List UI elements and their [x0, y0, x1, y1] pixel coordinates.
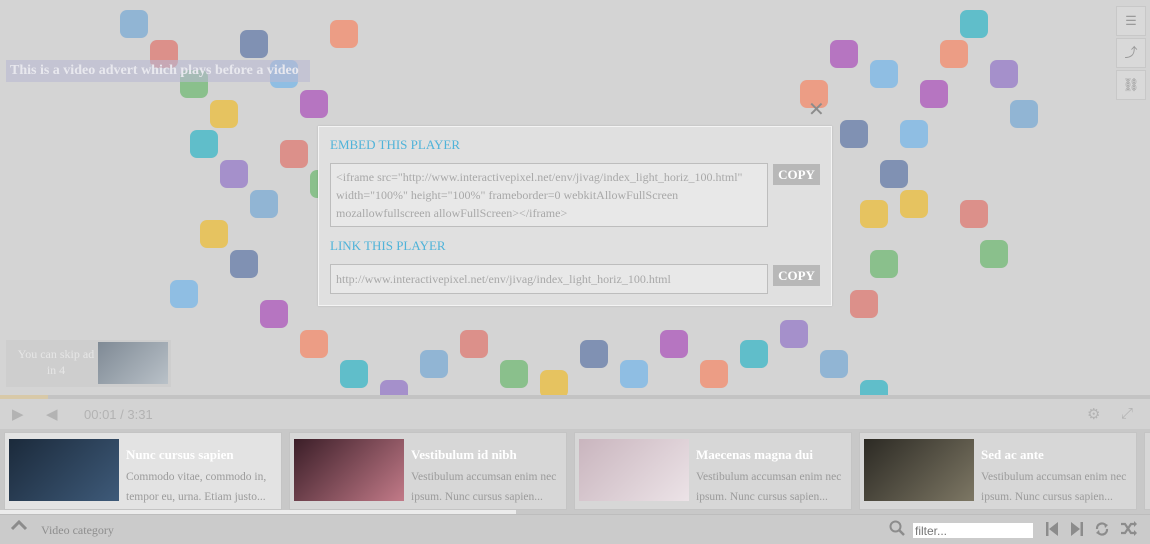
close-icon[interactable]: ✕ [808, 99, 825, 119]
embed-dialog: EMBED THIS PLAYER <iframe src="http://ww… [318, 126, 832, 306]
link-title: LINK THIS PLAYER [330, 238, 446, 253]
copy-embed-button[interactable]: COPY [773, 164, 820, 185]
embed-title: EMBED THIS PLAYER [330, 137, 461, 152]
copy-link-button[interactable]: COPY [773, 265, 820, 286]
embed-code-field[interactable]: <iframe src="http://www.interactivepixel… [330, 163, 768, 227]
link-url-field[interactable]: http://www.interactivepixel.net/env/jiva… [330, 264, 768, 294]
